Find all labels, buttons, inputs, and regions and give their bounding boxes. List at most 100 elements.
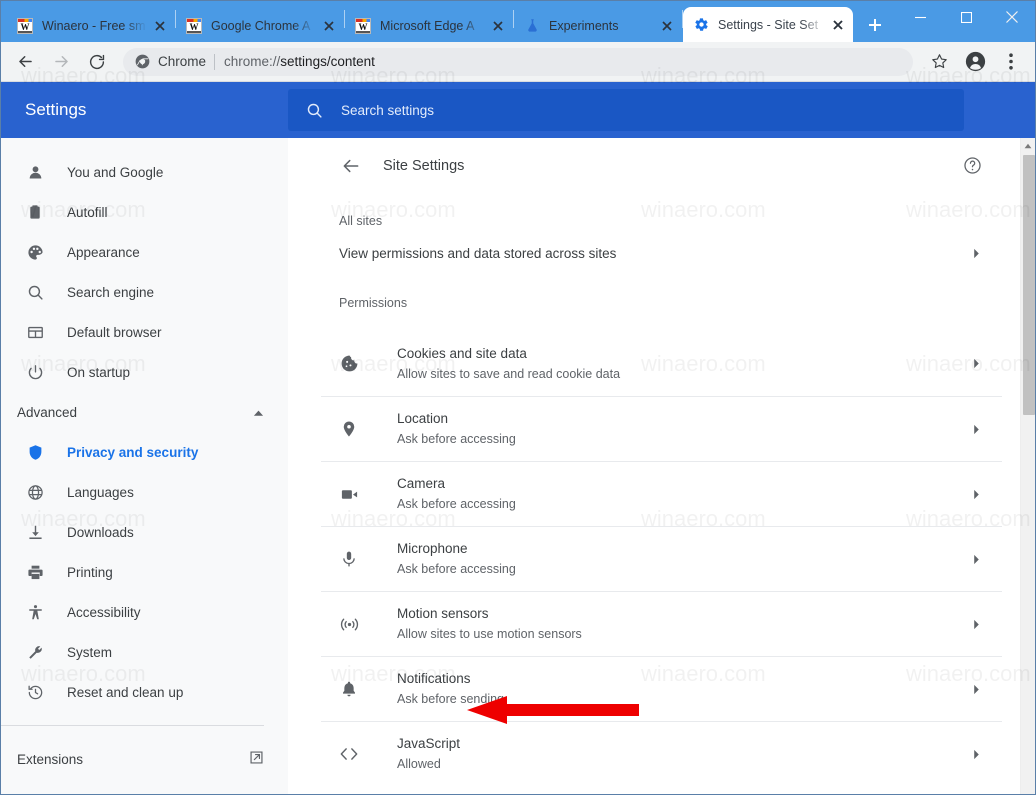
sidebar-item-search-engine[interactable]: Search engine bbox=[1, 272, 288, 312]
chevron-up-icon[interactable] bbox=[253, 405, 264, 420]
chevron-right-icon bbox=[968, 554, 984, 565]
settings-sidebar: You and Google Autofill Appearance Searc… bbox=[1, 138, 288, 795]
sidebar-divider bbox=[1, 725, 264, 726]
code-brackets-icon bbox=[339, 744, 359, 764]
window-controls bbox=[897, 1, 1035, 33]
winaero-w-icon: W bbox=[186, 17, 202, 34]
back-arrow-icon[interactable] bbox=[339, 156, 363, 176]
chrome-logo-icon bbox=[135, 54, 150, 69]
scrollbar-thumb[interactable] bbox=[1023, 155, 1035, 415]
tab-close-icon[interactable] bbox=[658, 17, 676, 35]
account-avatar-icon[interactable] bbox=[960, 47, 990, 77]
winaero-w-icon: W bbox=[17, 17, 33, 34]
sidebar-item-on-startup[interactable]: On startup bbox=[1, 352, 288, 392]
wrench-icon bbox=[25, 644, 45, 661]
sidebar-item-you-and-google[interactable]: You and Google bbox=[1, 152, 288, 192]
globe-icon bbox=[25, 484, 45, 501]
view-permissions-label: View permissions and data stored across … bbox=[339, 245, 617, 261]
minimize-button[interactable] bbox=[897, 1, 943, 33]
permission-subtitle: Ask before accessing bbox=[397, 562, 516, 576]
browser-tab-1[interactable]: W Winaero - Free sm bbox=[7, 9, 175, 42]
omnibox-url-scheme: chrome:// bbox=[224, 54, 281, 69]
new-tab-button[interactable] bbox=[861, 11, 889, 39]
permissions-section-label: Permissions bbox=[339, 296, 408, 310]
tab-title: Winaero - Free sm bbox=[42, 18, 146, 33]
settings-body: You and Google Autofill Appearance Searc… bbox=[1, 138, 1035, 795]
sidebar-item-accessibility[interactable]: Accessibility bbox=[1, 592, 288, 632]
browser-window-icon bbox=[25, 324, 45, 341]
browser-tab-2[interactable]: W Google Chrome A bbox=[176, 9, 344, 42]
sidebar-item-downloads[interactable]: Downloads bbox=[1, 512, 288, 552]
reload-icon[interactable] bbox=[82, 47, 112, 77]
sidebar-item-label: System bbox=[67, 644, 113, 660]
download-icon bbox=[25, 524, 45, 541]
back-arrow-icon[interactable] bbox=[10, 47, 40, 77]
cookie-icon bbox=[339, 354, 359, 373]
sidebar-item-autofill[interactable]: Autofill bbox=[1, 192, 288, 232]
sidebar-item-default-browser[interactable]: Default browser bbox=[1, 312, 288, 352]
close-button[interactable] bbox=[989, 1, 1035, 33]
permission-row-cookies[interactable]: Cookies and site data Allow sites to sav… bbox=[321, 331, 1002, 396]
sidebar-item-label: Default browser bbox=[67, 324, 162, 340]
tab-title: Settings - Site Set bbox=[718, 17, 819, 32]
help-circle-icon[interactable] bbox=[960, 156, 984, 175]
tab-title: Experiments bbox=[549, 18, 619, 33]
all-sites-section-label: All sites bbox=[339, 214, 383, 228]
microphone-icon bbox=[339, 550, 359, 568]
site-settings-panel: Site Settings All sites View permissions… bbox=[321, 138, 1002, 786]
maximize-button[interactable] bbox=[943, 1, 989, 33]
permission-row-notifications[interactable]: Notifications Ask before sending bbox=[321, 656, 1002, 721]
sidebar-item-languages[interactable]: Languages bbox=[1, 472, 288, 512]
permission-text: Notifications Ask before sending bbox=[397, 670, 968, 708]
sidebar-advanced-group[interactable]: Advanced bbox=[1, 392, 288, 432]
star-icon[interactable] bbox=[924, 47, 954, 77]
sidebar-item-printing[interactable]: Printing bbox=[1, 552, 288, 592]
tab-close-icon[interactable] bbox=[320, 17, 338, 35]
permission-text: Motion sensors Allow sites to use motion… bbox=[397, 605, 968, 643]
browser-tab-3[interactable]: W Microsoft Edge A bbox=[345, 9, 513, 42]
sidebar-item-system[interactable]: System bbox=[1, 632, 288, 672]
sidebar-item-label: Reset and clean up bbox=[67, 684, 184, 700]
permission-row-motion-sensors[interactable]: Motion sensors Allow sites to use motion… bbox=[321, 591, 1002, 656]
external-link-icon[interactable] bbox=[249, 750, 264, 768]
permission-text: Camera Ask before accessing bbox=[397, 475, 968, 513]
forward-arrow-icon[interactable] bbox=[46, 47, 76, 77]
location-pin-icon bbox=[339, 420, 359, 438]
permission-row-javascript[interactable]: JavaScript Allowed bbox=[321, 721, 1002, 786]
chevron-right-icon bbox=[968, 684, 984, 695]
power-icon bbox=[25, 364, 45, 381]
three-dot-menu-icon[interactable] bbox=[996, 47, 1026, 77]
search-icon bbox=[306, 102, 323, 119]
tab-close-icon[interactable] bbox=[151, 17, 169, 35]
permission-row-microphone[interactable]: Microphone Ask before accessing bbox=[321, 526, 1002, 591]
sidebar-item-extensions[interactable]: Extensions bbox=[1, 739, 288, 779]
accessibility-icon bbox=[25, 604, 45, 621]
scroll-up-arrow-icon[interactable] bbox=[1021, 138, 1035, 153]
chevron-right-icon bbox=[968, 424, 984, 435]
settings-search-box[interactable]: Search settings bbox=[288, 89, 964, 131]
permission-title: Camera bbox=[397, 476, 446, 491]
sidebar-item-privacy-and-security[interactable]: Privacy and security bbox=[1, 432, 288, 472]
content-scrollbar[interactable] bbox=[1020, 138, 1035, 794]
permission-row-camera[interactable]: Camera Ask before accessing bbox=[321, 461, 1002, 526]
tab-close-icon[interactable] bbox=[829, 16, 847, 34]
permission-title: JavaScript bbox=[397, 736, 461, 751]
flask-icon bbox=[524, 18, 540, 34]
browser-tab-4[interactable]: Experiments bbox=[514, 9, 682, 42]
permission-row-location[interactable]: Location Ask before accessing bbox=[321, 396, 1002, 461]
browser-tab-5-active[interactable]: Settings - Site Set bbox=[683, 7, 853, 42]
address-bar[interactable]: Chrome chrome:// settings/content bbox=[123, 47, 913, 76]
permission-subtitle: Allow sites to use motion sensors bbox=[397, 627, 582, 641]
permission-title: Location bbox=[397, 411, 449, 426]
tab-close-icon[interactable] bbox=[489, 17, 507, 35]
settings-search-placeholder: Search settings bbox=[341, 102, 435, 118]
shield-icon bbox=[25, 444, 45, 461]
page-header: Site Settings bbox=[321, 138, 1002, 193]
permission-subtitle: Ask before accessing bbox=[397, 432, 516, 446]
palette-icon bbox=[25, 244, 45, 261]
sidebar-item-reset-and-clean-up[interactable]: Reset and clean up bbox=[1, 672, 288, 712]
view-permissions-row[interactable]: View permissions and data stored across … bbox=[321, 231, 1002, 275]
sidebar-item-appearance[interactable]: Appearance bbox=[1, 232, 288, 272]
sidebar-item-about-chrome[interactable]: About Chrome bbox=[1, 779, 288, 795]
permissions-list: Cookies and site data Allow sites to sav… bbox=[321, 331, 1002, 786]
